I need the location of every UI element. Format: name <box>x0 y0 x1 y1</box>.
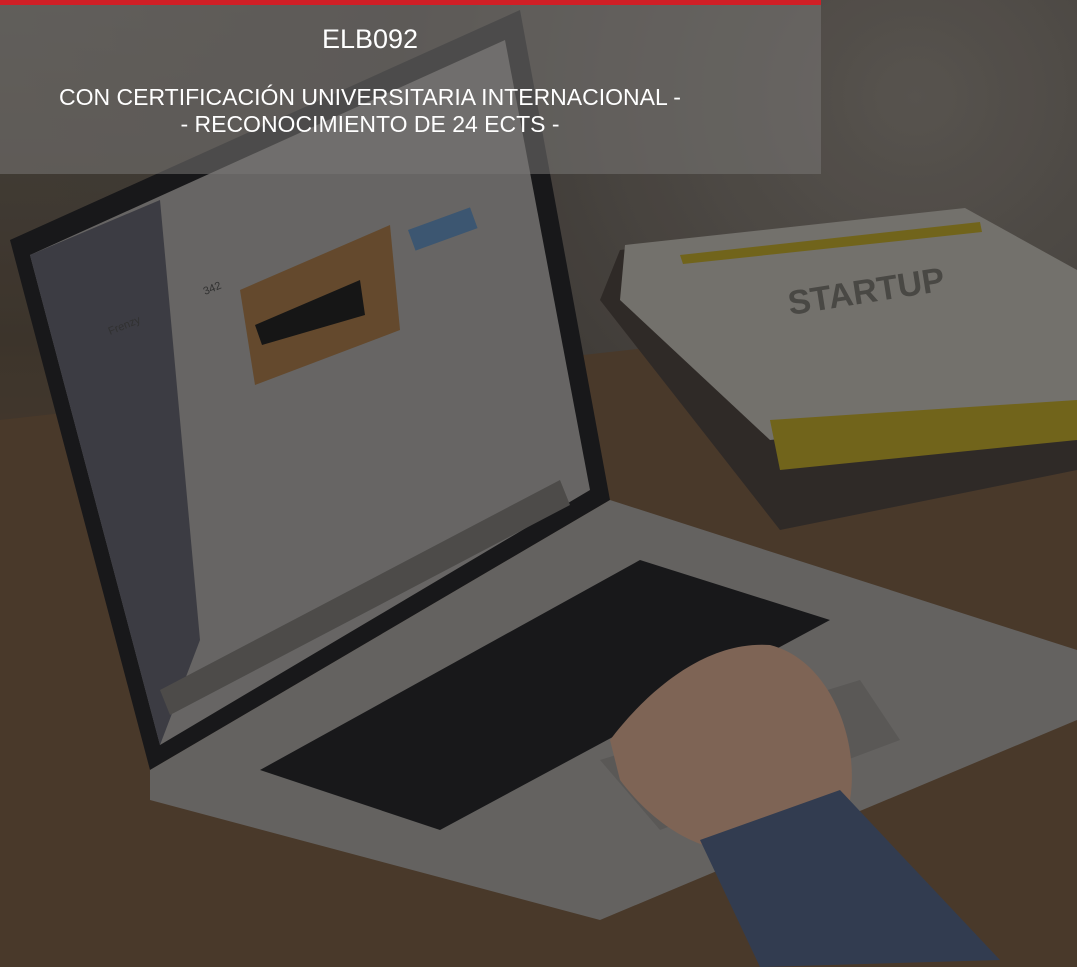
course-code: ELB092 <box>321 24 419 54</box>
accent-bar <box>0 0 821 5</box>
ects-line: - RECONOCIMIENTO DE 24 ECTS - <box>180 111 560 137</box>
certification-line: CON CERTIFICACIÓN UNIVERSITARIA INTERNAC… <box>59 84 681 110</box>
